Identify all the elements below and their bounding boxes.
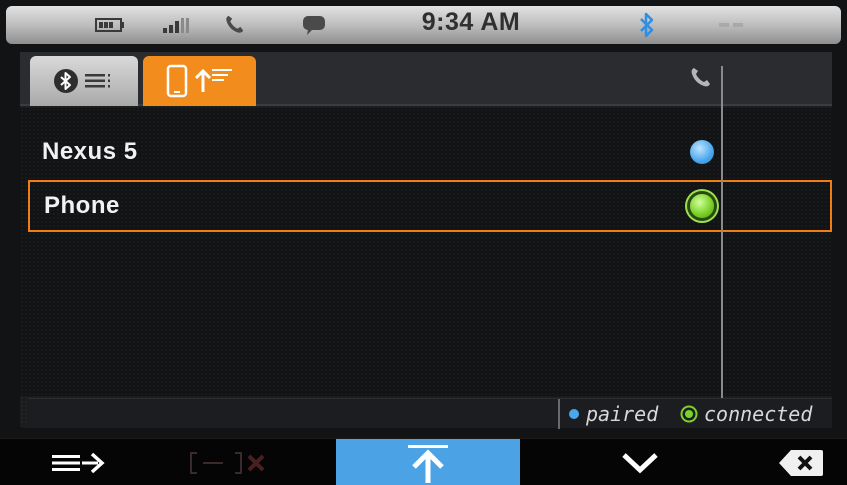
- legend-connected: connected: [680, 402, 812, 426]
- bluetooth-icon: [54, 69, 78, 93]
- legend-paired-label: paired: [586, 402, 659, 426]
- status-bar: 9:34 AM: [6, 6, 841, 44]
- down-button[interactable]: [580, 439, 700, 485]
- connected-status-icon: [690, 194, 714, 218]
- list-icon: [85, 74, 110, 88]
- phone-icon: [216, 6, 252, 44]
- bottom-toolbar: [0, 438, 847, 485]
- blank-indicator: [712, 6, 752, 44]
- disconnect-icon: [190, 451, 265, 474]
- menu-forward-button[interactable]: [22, 439, 142, 485]
- chevron-down-icon: [622, 452, 658, 473]
- list-item[interactable]: Nexus 5: [28, 126, 832, 178]
- clock: 9:34 AM: [421, 8, 521, 36]
- smartphone-icon: [166, 64, 187, 98]
- phone-screen: 9:34 AM Nexus 5 Phone paired connected: [0, 0, 847, 485]
- status-legend: paired connected: [28, 398, 832, 429]
- paired-dot-icon: [569, 409, 579, 419]
- upload-button[interactable]: [336, 439, 520, 485]
- delete-button[interactable]: [766, 439, 836, 485]
- connected-dot-icon: [680, 405, 698, 423]
- list-item-selected[interactable]: Phone: [28, 180, 832, 232]
- tab-strip: [20, 52, 832, 106]
- list-arrow-icon: [52, 452, 105, 473]
- device-name: Nexus 5: [42, 138, 138, 165]
- paired-status-icon: [690, 140, 714, 164]
- backspace-icon: [779, 449, 823, 476]
- message-icon: [296, 6, 332, 44]
- legend-paired: paired: [568, 402, 658, 426]
- legend-connected-label: connected: [704, 402, 813, 426]
- signal-icon: [156, 6, 196, 44]
- column-divider: [721, 66, 723, 398]
- device-name: Phone: [44, 192, 120, 219]
- bluetooth-devices-tab[interactable]: [30, 56, 138, 106]
- battery-icon: [90, 6, 130, 44]
- bluetooth-icon: [632, 6, 662, 44]
- legend-divider: [558, 399, 560, 429]
- upload-list-icon: [194, 68, 232, 92]
- arrow-up-icon: [408, 444, 448, 483]
- disconnect-button[interactable]: [168, 439, 288, 485]
- phone-devices-tab[interactable]: [143, 56, 256, 106]
- device-panel: Nexus 5 Phone paired connected: [20, 52, 832, 429]
- device-list: Nexus 5 Phone: [20, 108, 832, 396]
- list-header-phone-icon: [688, 66, 714, 92]
